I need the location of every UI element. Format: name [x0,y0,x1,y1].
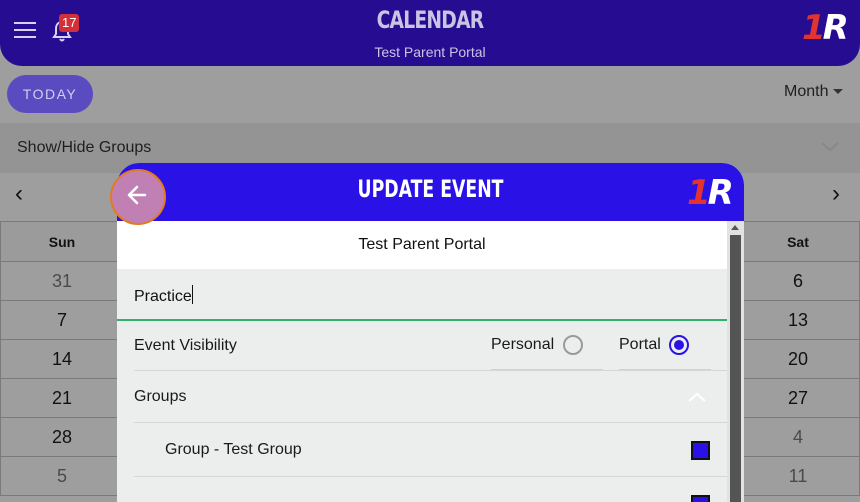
page-title: CALENDAR [376,6,485,34]
text-cursor [191,285,193,304]
chevron-up-icon[interactable] [687,391,707,403]
modal-title: UPDATE EVENT [357,175,504,203]
view-select[interactable]: Month [784,83,844,101]
notification-badge: 17 [59,14,80,32]
chevron-down-icon [833,89,844,95]
scrollbar-thumb[interactable] [730,235,741,502]
portal-name: Test Parent Portal [117,221,727,269]
calendar-day[interactable]: 4 [736,417,860,457]
groups-row[interactable]: Groups [117,371,727,421]
calendar-day[interactable]: 5 [0,456,124,496]
modal-header: UPDATE EVENT 1R [117,163,744,221]
group-item-label: Group - Test Group [165,441,302,458]
calendar-day[interactable]: 31 [0,261,124,301]
hamburger-menu-icon[interactable] [14,22,36,38]
calendar-day[interactable]: 20 [736,339,860,379]
calendar-day[interactable]: 27 [736,378,860,418]
calendar-day[interactable]: 7 [0,300,124,340]
back-button[interactable] [110,169,166,225]
calendar-day[interactable]: 28 [0,417,124,457]
radio-portal[interactable] [669,335,690,355]
arrow-left-icon [127,185,147,205]
portal-subtitle: Test Parent Portal [374,44,486,60]
calendar-day[interactable]: 13 [736,300,860,340]
event-title-value: Practice [134,288,192,305]
group-item[interactable] [117,477,727,502]
today-button[interactable]: TODAY [7,75,93,113]
group-item[interactable]: Group - Test Group [117,423,727,475]
show-hide-groups-label: Show/Hide Groups [17,139,152,156]
event-visibility-label: Event Visibility [134,337,237,354]
brand-logo: 1R [802,8,849,48]
visibility-portal-label: Portal [619,336,661,354]
next-month-icon[interactable]: › [832,180,840,208]
visibility-option-portal[interactable]: Portal [619,335,690,355]
visibility-personal-label: Personal [491,336,555,354]
group-checkbox[interactable] [691,441,710,460]
calendar-day[interactable]: 11 [736,456,860,496]
event-title-input[interactable]: Practice [117,269,727,321]
group-checkbox[interactable] [691,495,710,502]
day-header: Sat [736,221,860,262]
calendar-day[interactable]: 6 [736,261,860,301]
radio-personal[interactable] [562,335,583,355]
day-header: Sun [0,221,124,262]
calendar-day[interactable]: 14 [0,339,124,379]
visibility-option-personal[interactable]: Personal [491,335,583,355]
brand-logo: 1R [687,173,734,213]
prev-month-icon[interactable]: ‹ [15,180,23,208]
chevron-down-icon [821,142,839,152]
calendar-day[interactable]: 21 [0,378,124,418]
update-event-modal: UPDATE EVENT 1R Test Parent Portal Pract… [117,163,744,502]
groups-label: Groups [134,388,187,405]
scroll-up-icon[interactable] [731,225,739,230]
scrollbar[interactable] [727,221,744,502]
view-select-label: Month [784,83,829,100]
event-visibility-row: Event Visibility Personal Portal [117,323,727,371]
app-header: 17 CALENDAR Test Parent Portal 1R [0,0,860,66]
